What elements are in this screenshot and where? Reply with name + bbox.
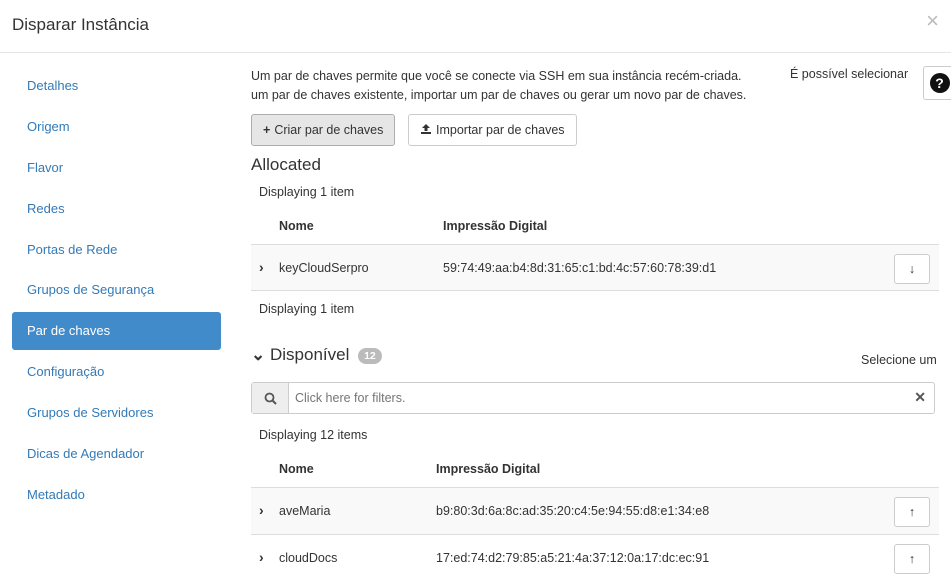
import-keypair-label: Importar par de chaves bbox=[436, 123, 565, 137]
sidebar-item-grupos-de-servidores[interactable]: Grupos de Servidores bbox=[12, 394, 221, 432]
question-icon: ? bbox=[929, 73, 950, 93]
deallocate-button[interactable]: ↓ bbox=[894, 254, 930, 284]
keypair-name: aveMaria bbox=[279, 504, 331, 518]
keypair-name: keyCloudSerpro bbox=[279, 261, 369, 275]
allocated-col-fingerprint: Impressão Digital bbox=[443, 219, 548, 233]
sidebar-item-redes[interactable]: Redes bbox=[12, 190, 221, 228]
import-keypair-button[interactable]: Importar par de chaves bbox=[408, 114, 577, 146]
dialog-title: Disparar Instância bbox=[12, 15, 150, 34]
sidebar-item-grupos-de-seguranca[interactable]: Grupos de Segurança bbox=[12, 271, 221, 309]
sidebar-item-origem[interactable]: Origem bbox=[12, 108, 221, 146]
select-hint: Selecione um bbox=[861, 353, 937, 367]
intro-line-1: Um par de chaves permite que você se con… bbox=[251, 69, 742, 83]
available-title: Disponível bbox=[269, 345, 350, 364]
table-row[interactable]: › keyCloudSerpro 59:74:49:aa:b4:8d:31:65… bbox=[251, 244, 939, 291]
sidebar-item-metadado[interactable]: Metadado bbox=[12, 476, 221, 514]
allocated-title: Allocated bbox=[251, 155, 321, 174]
sidebar-item-detalhes[interactable]: Detalhes bbox=[12, 67, 221, 105]
keypair-fingerprint: 59:74:49:aa:b4:8d:31:65:c1:bd:4c:57:60:7… bbox=[443, 261, 717, 275]
plus-icon: + bbox=[263, 123, 271, 137]
filter-input[interactable] bbox=[289, 383, 904, 413]
allocate-button[interactable]: ↑ bbox=[894, 497, 930, 527]
table-row[interactable]: › aveMaria b9:80:3d:6a:8c:ad:35:20:c4:5e… bbox=[251, 487, 939, 534]
sidebar-item-configuracao[interactable]: Configuração bbox=[12, 353, 221, 391]
sidebar-item-dicas-de-agendador[interactable]: Dicas de Agendador bbox=[12, 435, 221, 473]
chevron-right-icon[interactable]: › bbox=[259, 549, 264, 565]
allocate-button[interactable]: ↑ bbox=[894, 544, 930, 574]
keypair-fingerprint: b9:80:3d:6a:8c:ad:35:20:c4:5e:94:55:d8:e… bbox=[436, 504, 710, 518]
help-button[interactable]: ? bbox=[923, 66, 951, 100]
clear-icon[interactable]: ✕ bbox=[914, 389, 926, 406]
arrow-down-icon: ↓ bbox=[908, 262, 916, 276]
sidebar-item-portas-de-rede[interactable]: Portas de Rede bbox=[12, 231, 221, 269]
upload-icon bbox=[420, 123, 432, 138]
search-icon bbox=[252, 383, 289, 413]
keypair-name: cloudDocs bbox=[279, 551, 338, 565]
intro-line-2: um par de chaves existente, importar um … bbox=[251, 88, 747, 102]
main-content: Um par de chaves permite que você se con… bbox=[251, 0, 951, 582]
allocated-displaying-bottom: Displaying 1 item bbox=[259, 302, 355, 316]
available-col-name: Nome bbox=[279, 462, 314, 476]
sidebar-item-par-de-chaves[interactable]: Par de chaves bbox=[12, 312, 221, 351]
chevron-right-icon[interactable]: › bbox=[259, 502, 264, 518]
chevron-right-icon[interactable]: › bbox=[259, 259, 264, 275]
arrow-up-icon: ↑ bbox=[908, 552, 916, 566]
allocated-displaying-top: Displaying 1 item bbox=[259, 185, 355, 199]
keypair-fingerprint: 17:ed:74:d2:79:85:a5:21:4a:37:12:0a:17:d… bbox=[436, 551, 710, 565]
available-displaying: Displaying 12 items bbox=[259, 428, 368, 442]
intro-side-text: É possível selecionar bbox=[790, 67, 909, 81]
available-header[interactable]: ⌄ Disponível 12 bbox=[251, 345, 382, 365]
chevron-down-icon[interactable]: ⌄ bbox=[251, 345, 265, 364]
intro-text: Um par de chaves permite que você se con… bbox=[251, 67, 781, 105]
table-row[interactable]: › cloudDocs 17:ed:74:d2:79:85:a5:21:4a:3… bbox=[251, 534, 939, 581]
create-keypair-label: Criar par de chaves bbox=[274, 123, 384, 137]
create-keypair-button[interactable]: + Criar par de chaves bbox=[251, 114, 396, 146]
available-col-fingerprint: Impressão Digital bbox=[436, 462, 541, 476]
wizard-sidebar: Detalhes Origem Flavor Redes Portas de R… bbox=[12, 67, 221, 517]
arrow-up-icon: ↑ bbox=[908, 505, 916, 519]
allocated-col-name: Nome bbox=[279, 219, 314, 233]
filter-bar[interactable]: ✕ bbox=[251, 382, 935, 414]
sidebar-item-flavor[interactable]: Flavor bbox=[12, 149, 221, 187]
count-badge: 12 bbox=[358, 347, 382, 364]
